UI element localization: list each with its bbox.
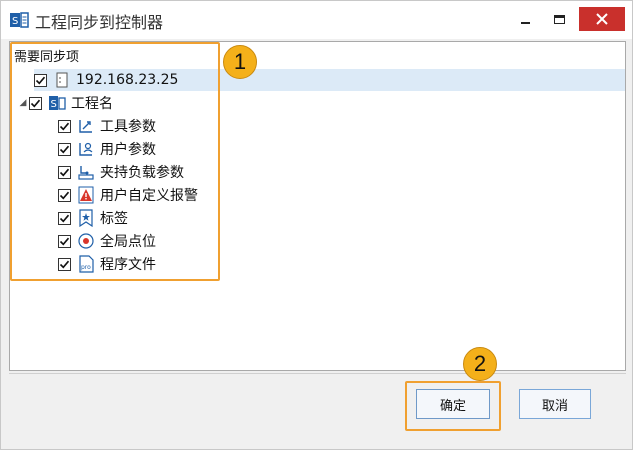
minimize-icon — [520, 22, 530, 24]
svg-text:S: S — [12, 16, 18, 27]
minimize-button[interactable] — [512, 6, 538, 32]
close-button[interactable] — [579, 7, 625, 31]
cancel-button[interactable]: 取消 — [519, 389, 591, 419]
ok-button[interactable]: 确定 — [416, 389, 490, 419]
close-icon — [596, 13, 608, 25]
footer-divider — [9, 373, 626, 374]
window-title: 工程同步到控制器 — [35, 13, 164, 32]
annotation-box-tree — [10, 42, 220, 281]
maximize-button[interactable] — [546, 6, 572, 32]
title-bar: S 工程同步到控制器 — [1, 1, 632, 39]
maximize-icon — [553, 14, 565, 24]
sync-dialog: S 工程同步到控制器 需要同步项 192.168.23.25 ◢ S 工程名 工… — [0, 0, 633, 450]
app-icon: S — [10, 11, 30, 29]
annotation-badge-2: 2 — [463, 347, 497, 381]
annotation-badge-1: 1 — [223, 45, 257, 79]
